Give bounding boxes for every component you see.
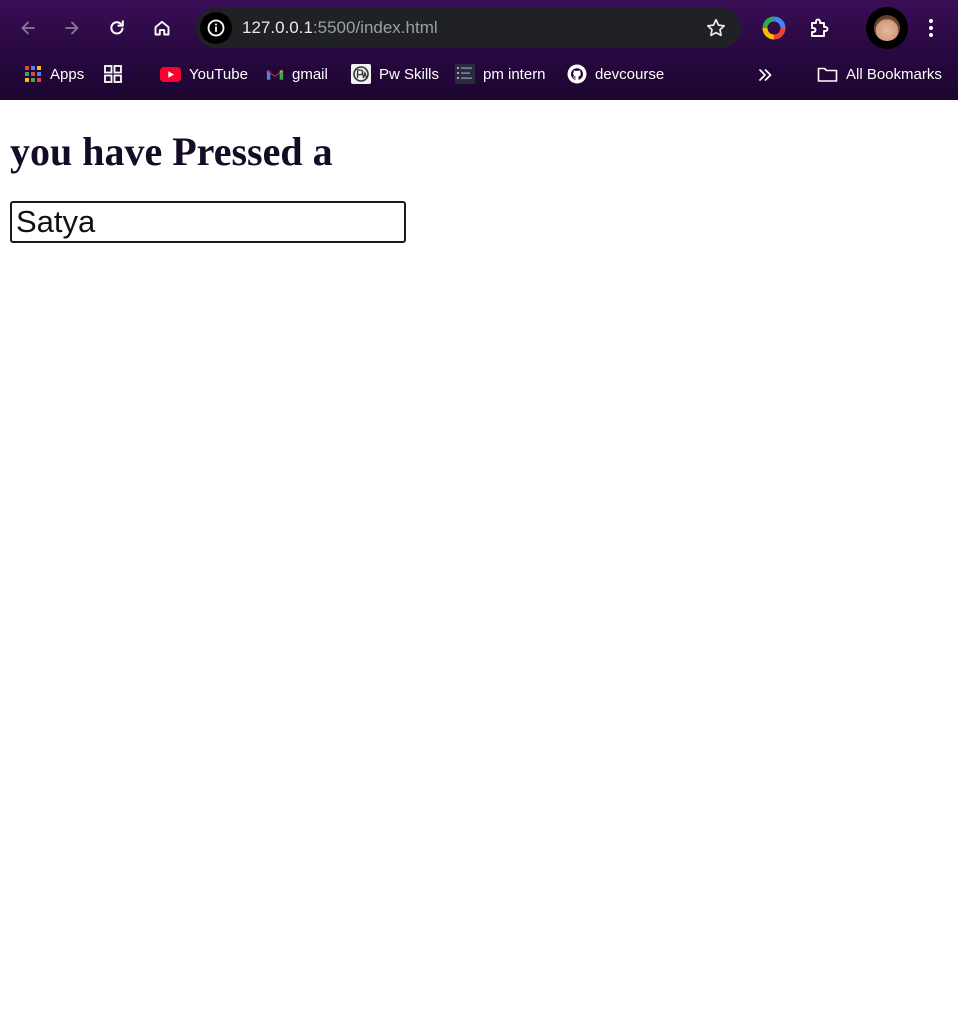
apps-grid-icon [24, 65, 42, 83]
browser-chrome: 127.0.0.1:5500/index.html Apps YouTube g… [0, 0, 958, 100]
folder-icon [816, 65, 838, 83]
url-text[interactable]: 127.0.0.1:5500/index.html [242, 18, 438, 38]
tab-groups-icon [104, 65, 122, 83]
url-host: 127.0.0.1 [242, 18, 313, 37]
github-icon [567, 64, 587, 84]
forward-button[interactable] [56, 12, 88, 44]
avatar[interactable] [866, 7, 908, 49]
bookmark-label: pm intern [483, 65, 546, 83]
avatar-image [874, 15, 900, 41]
bookmarks-bar: Apps YouTube gmail Pw Skills pm intern d… [0, 56, 958, 92]
double-chevron-right-icon [759, 69, 772, 81]
bookmark-pw-skills[interactable]: Pw Skills [351, 63, 439, 85]
page-content: you have Pressed a [0, 100, 958, 1028]
color-wheel-icon[interactable] [762, 16, 786, 40]
bookmarks-separator [795, 66, 796, 84]
bookmarks-overflow-button[interactable] [756, 64, 774, 86]
bookmark-label: gmail [292, 65, 328, 83]
star-icon[interactable] [705, 17, 727, 39]
arrow-right-icon [65, 21, 79, 35]
bookmark-youtube[interactable]: YouTube [160, 63, 248, 85]
home-icon [154, 20, 170, 36]
back-button[interactable] [12, 12, 44, 44]
youtube-icon [160, 65, 181, 83]
url-path: :5500/index.html [312, 18, 438, 37]
text-input[interactable] [10, 201, 406, 243]
all-bookmarks-button[interactable]: All Bookmarks [816, 63, 942, 85]
bookmark-gmail[interactable]: gmail [266, 63, 328, 85]
arrow-left-icon [21, 21, 35, 35]
bookmark-label: devcourse [595, 65, 665, 83]
bookmark-label: Apps [50, 65, 85, 83]
home-button[interactable] [146, 12, 178, 44]
three-dots-icon [929, 19, 933, 37]
bookmark-label: Pw Skills [379, 65, 440, 83]
bookmark-apps[interactable]: Apps [24, 63, 84, 85]
bookmark-tab-groups[interactable] [104, 63, 130, 85]
menu-button[interactable] [918, 14, 944, 42]
puzzle-icon[interactable] [807, 15, 833, 41]
reload-button[interactable] [101, 12, 133, 44]
bookmark-label: YouTube [189, 65, 248, 83]
list-icon [455, 64, 475, 84]
page-heading: you have Pressed a [10, 129, 333, 174]
address-bar[interactable]: 127.0.0.1:5500/index.html [196, 8, 741, 48]
bookmark-devcourse[interactable]: devcourse [567, 63, 664, 85]
browser-toolbar: 127.0.0.1:5500/index.html [0, 0, 958, 56]
all-bookmarks-label: All Bookmarks [846, 65, 942, 83]
bookmarks-separator [142, 66, 143, 84]
bookmark-pm-intern[interactable]: pm intern [455, 63, 546, 85]
gmail-icon [266, 65, 284, 83]
site-info-button[interactable] [200, 12, 232, 44]
pw-skills-icon [351, 64, 371, 84]
info-icon [207, 19, 225, 37]
reload-icon [110, 20, 124, 35]
